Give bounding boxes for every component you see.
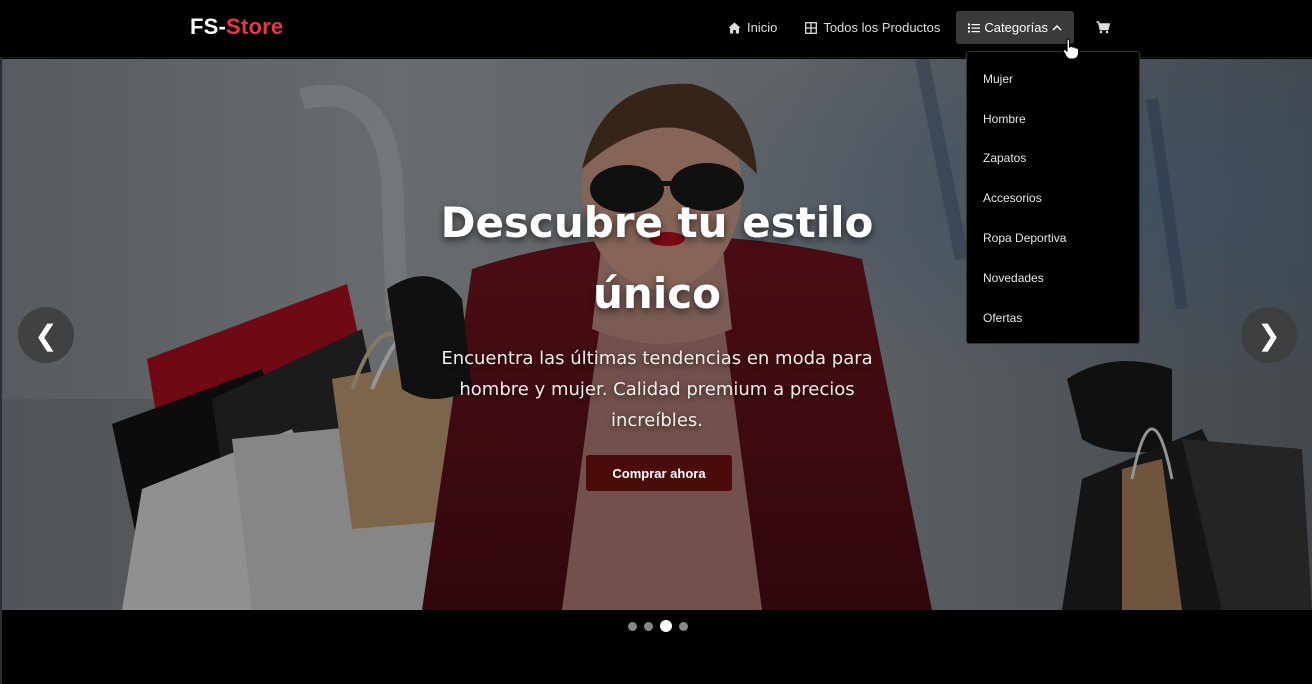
carousel-prev-button[interactable]: ❮ <box>18 307 74 363</box>
hero-title: Descubre tu estilo único <box>414 187 900 329</box>
dropdown-item-novedades[interactable]: Novedades <box>967 258 1139 298</box>
hero-title-line-2: único <box>593 269 721 318</box>
nav-categories[interactable]: Categorías <box>956 11 1074 44</box>
list-icon <box>968 23 981 32</box>
nav-cart[interactable] <box>1084 11 1122 44</box>
hand-pointer-icon <box>1062 38 1080 60</box>
home-icon <box>728 22 741 33</box>
dropdown-item-hombre[interactable]: Hombre <box>967 99 1139 139</box>
dropdown-item-mujer[interactable]: Mujer <box>967 59 1139 99</box>
nav-home-label: Inicio <box>746 20 778 35</box>
nav-menu: Inicio Todos los Productos Categorías <box>712 11 1122 44</box>
brand-part-2: Store <box>226 14 284 39</box>
shop-now-button[interactable]: Comprar ahora <box>586 455 732 491</box>
window-edge <box>0 0 2 684</box>
dropdown-item-ropa-deportiva[interactable]: Ropa Deportiva <box>967 218 1139 258</box>
carousel-indicators <box>628 620 688 632</box>
nav-categories-label: Categorías <box>984 20 1048 35</box>
dropdown-item-accesorios[interactable]: Accesorios <box>967 178 1139 218</box>
dropdown-item-ofertas[interactable]: Ofertas <box>967 298 1139 338</box>
nav-all-products-label: Todos los Productos <box>823 20 941 35</box>
chevron-up-icon <box>1052 24 1062 31</box>
carousel-dot-1[interactable] <box>628 621 637 631</box>
carousel-dot-2[interactable] <box>644 621 653 631</box>
hero-text: Descubre tu estilo único Encuentra las ú… <box>414 187 900 436</box>
nav-home[interactable]: Inicio <box>716 11 789 44</box>
hero-title-line-1: Descubre tu estilo <box>440 198 874 247</box>
hero-subtitle: Encuentra las últimas tendencias en moda… <box>441 348 873 431</box>
cart-icon <box>1096 21 1110 34</box>
brand-part-1: FS- <box>190 14 227 39</box>
navbar: FS-Store Inicio Todos los Productos Cate… <box>0 0 1312 58</box>
dropdown-item-zapatos[interactable]: Zapatos <box>967 139 1139 179</box>
categories-dropdown: Mujer Hombre Zapatos Accesorios Ropa Dep… <box>966 51 1140 344</box>
carousel-next-button[interactable]: ❯ <box>1241 307 1297 363</box>
brand-logo[interactable]: FS-Store <box>190 14 283 40</box>
grid-icon <box>805 21 818 34</box>
carousel-dot-3[interactable] <box>660 620 672 632</box>
nav-all-products[interactable]: Todos los Productos <box>793 11 952 44</box>
carousel-dot-4[interactable] <box>679 621 688 631</box>
